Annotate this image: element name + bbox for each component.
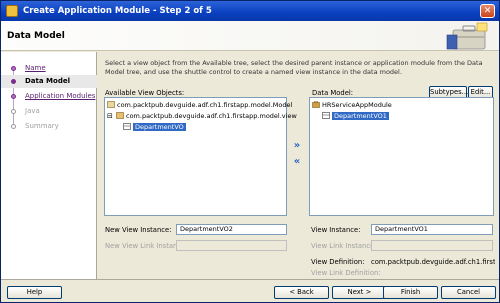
instructions-text: Select a view object from the Available …	[105, 59, 483, 76]
step-label: Summary	[25, 122, 59, 130]
app-module-icon	[312, 101, 320, 108]
view-instance-input[interactable]: DepartmentVO1	[371, 224, 493, 235]
view-definition-label: View Definition:	[311, 258, 365, 266]
step-summary: Summary	[1, 120, 97, 133]
wizard-steps: Name Data Model Application Modules Java…	[1, 52, 97, 279]
new-view-link-input	[176, 240, 287, 251]
tree-node-departmentvo[interactable]: DepartmentVO	[123, 122, 186, 132]
next-button[interactable]: Next >	[332, 286, 387, 299]
view-link-label: View Link Instance:	[311, 242, 377, 250]
view-instance-label: View Instance:	[311, 226, 361, 234]
tree-node-label: DepartmentVO1	[332, 112, 389, 120]
window-title: Create Application Module - Step 2 of 5	[23, 6, 212, 16]
tree-node-label: DepartmentVO	[133, 123, 186, 131]
dialog-window: Create Application Module - Step 2 of 5 …	[0, 0, 500, 303]
step-label: Data Model	[25, 77, 70, 85]
available-label: Available View Objects:	[105, 89, 185, 97]
datamodel-label: Data Model:	[312, 89, 354, 97]
view-object-icon	[123, 123, 131, 130]
briefcase-icon	[446, 22, 488, 50]
view-instance-icon	[322, 112, 330, 119]
tree-node-departmentvo1[interactable]: DepartmentVO1	[322, 111, 389, 121]
step-indicator-icon	[11, 124, 16, 129]
tree-node-label: com.packtpub.devguide.adf.ch1.firstapp.m…	[126, 112, 297, 120]
wizard-header: Data Model	[1, 21, 499, 51]
step-label: Name	[25, 64, 46, 72]
collapse-icon[interactable]: ⊟	[107, 111, 113, 121]
step-label: Application Modules	[25, 92, 96, 100]
title-bar[interactable]: Create Application Module - Step 2 of 5 …	[1, 1, 499, 21]
help-button[interactable]: Help	[7, 286, 62, 299]
step-label: Java	[25, 107, 40, 115]
view-link-input	[371, 240, 493, 251]
step-indicator-icon	[11, 66, 16, 71]
new-view-instance-label: New View Instance:	[105, 226, 172, 234]
step-application-modules[interactable]: Application Modules	[1, 90, 97, 103]
step-java: Java	[1, 105, 97, 118]
tree-node-label: HRServiceAppModule	[322, 101, 392, 109]
finish-button[interactable]: Finish	[383, 286, 438, 299]
step-indicator-icon	[11, 109, 16, 114]
tree-node-view[interactable]: ⊟ com.packtpub.devguide.adf.ch1.firstapp…	[107, 111, 297, 121]
step-name[interactable]: Name	[1, 62, 97, 75]
package-icon	[116, 112, 124, 119]
package-icon	[107, 101, 115, 108]
step-indicator-icon	[11, 94, 16, 99]
app-icon	[6, 5, 18, 17]
tree-node-appmodule[interactable]: HRServiceAppModule	[312, 100, 392, 110]
view-link-definition-label: View Link Definition:	[311, 269, 381, 277]
page-title: Data Model	[7, 31, 65, 41]
remove-from-model-button[interactable]: «	[292, 157, 302, 167]
cancel-button[interactable]: Cancel	[441, 286, 496, 299]
new-view-instance-input[interactable]: DepartmentVO2	[176, 224, 287, 235]
back-button[interactable]: < Back	[274, 286, 329, 299]
close-button[interactable]: ✕	[480, 4, 495, 18]
tree-node-model[interactable]: com.packtpub.devguide.adf.ch1.firstapp.m…	[107, 100, 292, 110]
view-definition-value: com.packtpub.devguide.adf.ch1.firstapp.m…	[371, 258, 495, 266]
step-data-model[interactable]: Data Model	[1, 75, 97, 88]
step-indicator-icon	[11, 79, 16, 84]
available-tree[interactable]: com.packtpub.devguide.adf.ch1.firstapp.m…	[104, 97, 297, 216]
tree-node-label: com.packtpub.devguide.adf.ch1.firstapp.m…	[117, 101, 293, 109]
datamodel-tree[interactable]: HRServiceAppModule DepartmentVO1	[309, 97, 494, 216]
footer-divider	[1, 279, 499, 280]
add-to-model-button[interactable]: »	[292, 141, 302, 151]
